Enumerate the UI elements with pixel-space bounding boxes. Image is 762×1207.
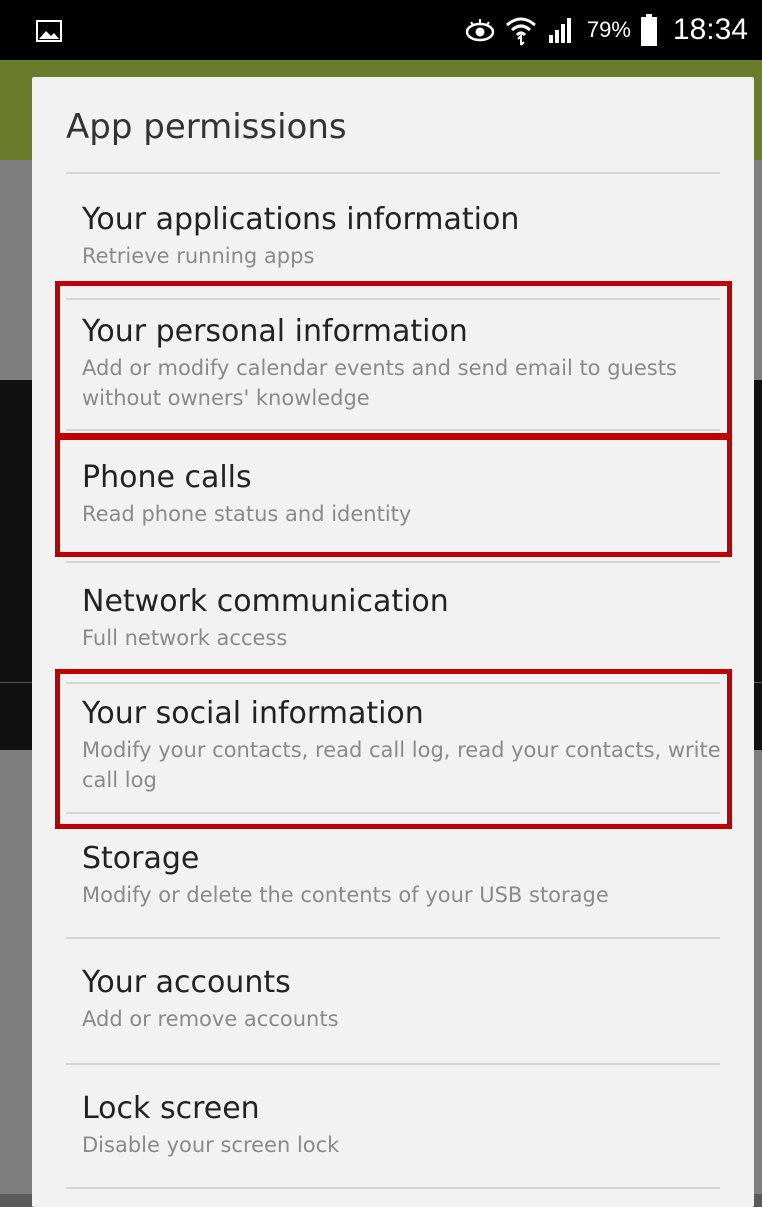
divider [66, 1187, 720, 1189]
divider [66, 937, 720, 939]
permission-description: Full network access [82, 626, 288, 650]
battery-percent: 79% [586, 17, 631, 42]
eye-icon [465, 19, 495, 42]
status-bar: 79% 18:34 [0, 0, 762, 60]
battery-icon [640, 14, 657, 46]
highlight-box-phone-calls [55, 435, 732, 557]
permission-item-network-communication[interactable]: Network communication Full network acces… [82, 583, 722, 653]
permission-title: Your accounts [82, 965, 291, 1000]
permission-item-applications-info[interactable]: Your applications information Retrieve r… [82, 201, 722, 271]
wifi-icon [505, 17, 536, 46]
permission-title: Lock screen [82, 1091, 260, 1126]
permission-description: Retrieve running apps [82, 244, 315, 268]
highlight-box-social-info [55, 669, 732, 829]
image-icon [36, 20, 62, 42]
permission-description: Modify or delete the contents of your US… [82, 883, 609, 907]
permission-description: Disable your screen lock [82, 1133, 340, 1157]
dialog-title: App permissions [66, 107, 347, 147]
clock: 18:34 [672, 13, 748, 46]
app-permissions-dialog: App permissions Your applications inform… [32, 77, 754, 1207]
permission-title: Storage [82, 841, 200, 876]
permission-item-accounts[interactable]: Your accounts Add or remove accounts [82, 964, 722, 1034]
permission-title: Network communication [82, 584, 449, 619]
permission-item-storage[interactable]: Storage Modify or delete the contents of… [82, 840, 722, 910]
signal-icon [548, 18, 571, 43]
permission-title: Your applications information [82, 202, 520, 237]
permission-description: Add or remove accounts [82, 1007, 339, 1031]
permission-item-lock-screen[interactable]: Lock screen Disable your screen lock [82, 1090, 722, 1160]
status-bar-right: 79% 18:34 [465, 0, 748, 60]
divider [66, 1063, 720, 1065]
highlight-box-personal-info [55, 281, 732, 438]
title-divider [66, 172, 720, 174]
divider [66, 561, 720, 563]
